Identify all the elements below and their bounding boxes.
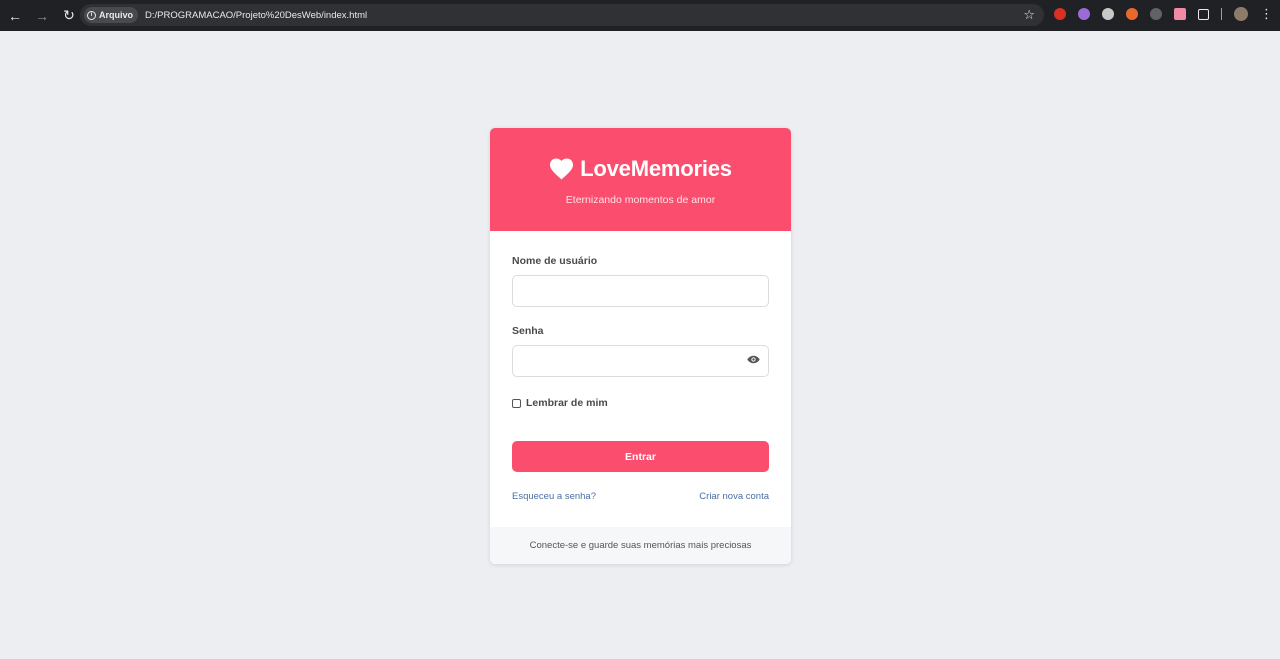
remember-label[interactable]: Lembrar de mim — [526, 397, 608, 409]
card-footer: Conecte-se e guarde suas memórias mais p… — [490, 527, 791, 564]
username-wrap — [512, 275, 769, 307]
extension-red-icon[interactable] — [1054, 8, 1066, 20]
address-bar[interactable]: i Arquivo D:/PROGRAMACAO/Projeto%20DesWe… — [80, 4, 1044, 26]
security-chip[interactable]: i Arquivo — [84, 7, 139, 23]
password-input[interactable] — [512, 345, 769, 377]
extension-pink-icon[interactable] — [1174, 8, 1186, 20]
username-label: Nome de usuário — [512, 255, 598, 267]
forgot-password-link[interactable]: Esqueceu a senha? — [512, 491, 596, 502]
url-text[interactable]: D:/PROGRAMACAO/Projeto%20DesWeb/index.ht… — [145, 10, 367, 21]
brand-subtitle: Eternizando momentos de amor — [565, 194, 716, 206]
brand-title: LoveMemories — [580, 156, 732, 181]
star-icon[interactable]: ☆ — [1023, 7, 1035, 23]
brand: LoveMemories — [549, 156, 732, 182]
extension-purple-icon[interactable] — [1078, 8, 1090, 20]
toolbar-divider — [1221, 8, 1222, 20]
password-wrap — [512, 345, 769, 377]
extension-orange-icon[interactable] — [1126, 8, 1138, 20]
back-icon[interactable]: ← — [3, 4, 27, 28]
info-icon: i — [87, 10, 96, 20]
heart-icon — [550, 158, 574, 180]
browser-toolbar: ← → ↻ i Arquivo D:/PROGRAMACAO/Projeto%2… — [0, 0, 1280, 31]
create-account-link[interactable]: Criar nova conta — [699, 491, 769, 502]
extension-dark-icon[interactable] — [1150, 8, 1162, 20]
username-input[interactable] — [512, 275, 769, 307]
remember-row: Lembrar de mim — [512, 397, 769, 409]
reload-icon[interactable]: ↻ — [57, 4, 81, 28]
menu-icon[interactable]: ⋮ — [1260, 7, 1273, 20]
extensions-icon[interactable] — [1198, 8, 1209, 20]
login-card: LoveMemories Eternizando momentos de amo… — [490, 128, 791, 564]
extensions-area: ⋮ — [1054, 7, 1273, 21]
eye-icon[interactable] — [747, 355, 760, 364]
card-header: LoveMemories Eternizando momentos de amo… — [490, 128, 791, 231]
remember-checkbox[interactable] — [512, 398, 521, 408]
login-form: Nome de usuário Senha Lembrar de mim Ent… — [490, 231, 791, 502]
security-chip-label: Arquivo — [99, 10, 134, 20]
forward-icon[interactable]: → — [30, 4, 54, 28]
extension-gray-icon[interactable] — [1102, 8, 1114, 20]
auth-links: Esqueceu a senha? Criar nova conta — [512, 491, 769, 502]
login-button[interactable]: Entrar — [512, 441, 769, 472]
profile-avatar[interactable] — [1234, 7, 1248, 21]
password-label: Senha — [512, 325, 544, 337]
footer-text: Conecte-se e guarde suas memórias mais p… — [529, 540, 752, 551]
